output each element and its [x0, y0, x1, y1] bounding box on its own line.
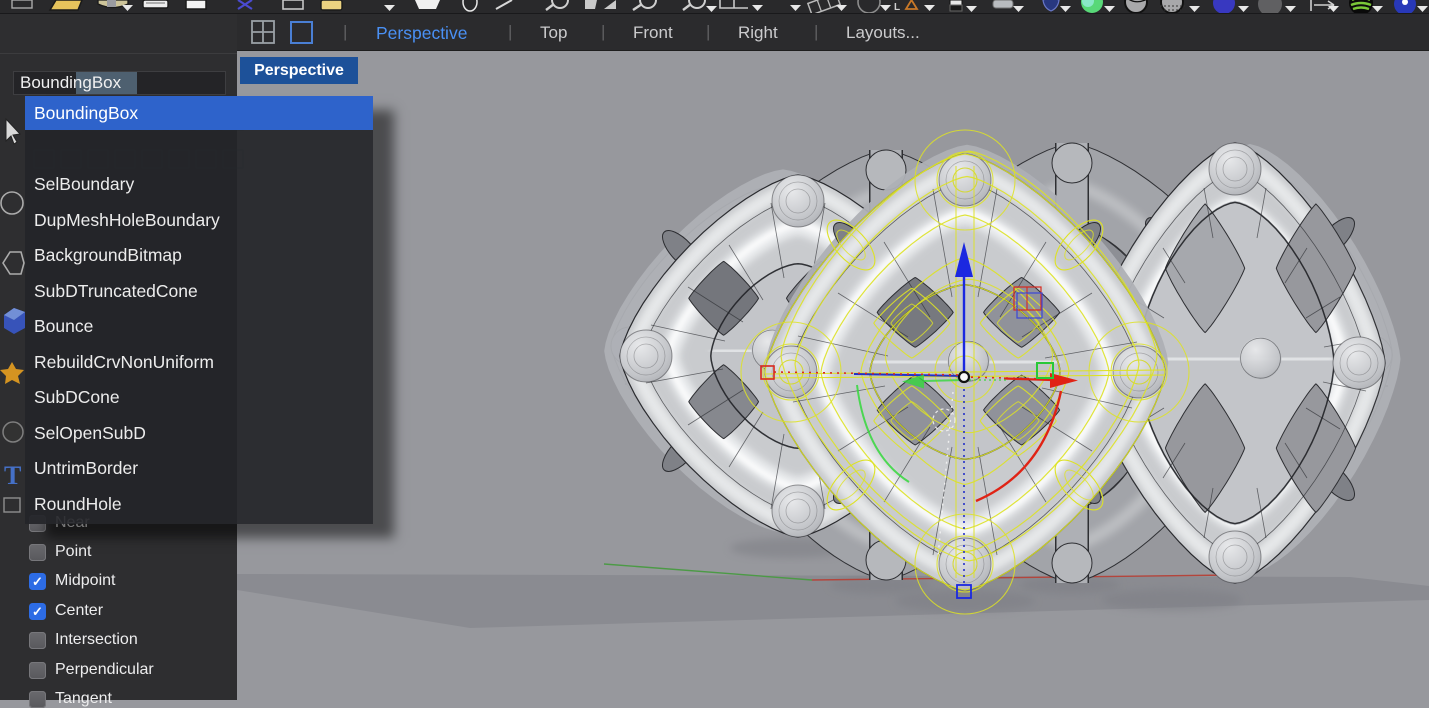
svg-text:T: T [4, 461, 21, 490]
svg-text:L: L [894, 2, 900, 13]
